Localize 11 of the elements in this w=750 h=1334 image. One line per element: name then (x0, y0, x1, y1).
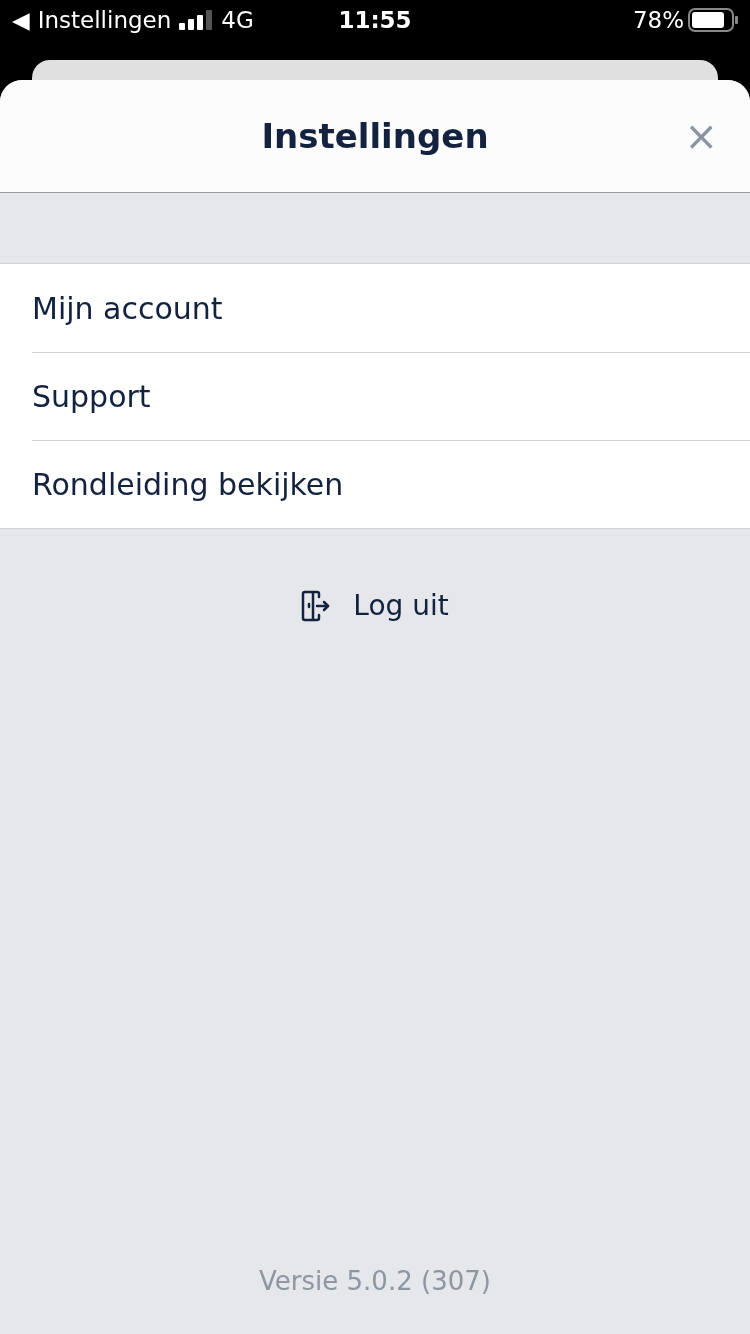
clock: 11:55 (337, 7, 413, 33)
battery-percent: 78% (632, 7, 684, 33)
version-label: Versie 5.0.2 (307) (258, 1266, 492, 1296)
back-label[interactable]: Instellingen (37, 7, 172, 33)
logout-icon (301, 589, 332, 622)
battery-icon (688, 8, 738, 32)
sheet-title: Instellingen (261, 116, 489, 156)
logout-button[interactable]: Log uit (301, 589, 449, 622)
signal-icon (179, 10, 214, 30)
back-glyph[interactable]: ◀ (12, 7, 30, 33)
network-label: 4G (221, 7, 254, 33)
